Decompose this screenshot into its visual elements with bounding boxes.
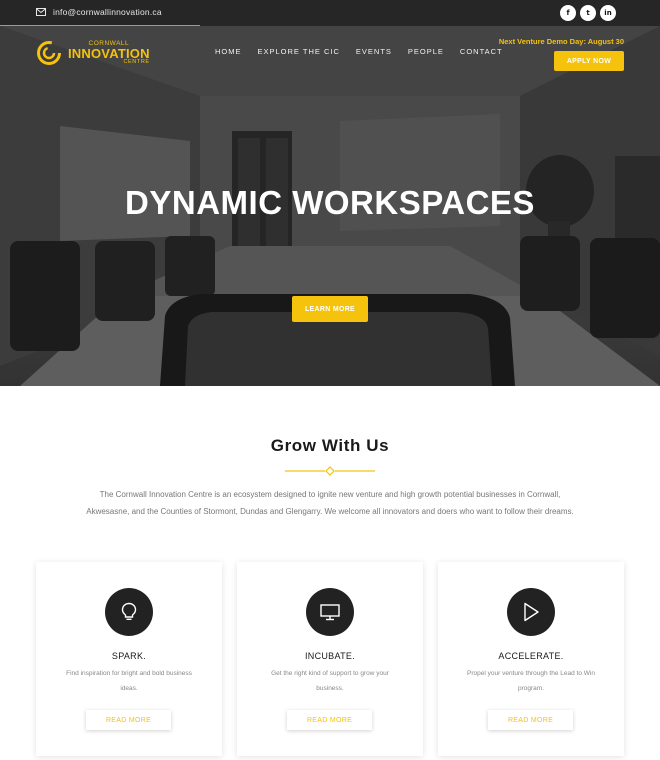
monitor-icon — [320, 603, 340, 620]
card-desc-line-2: ideas. — [120, 685, 138, 692]
site-logo[interactable]: CORNWALL INNOVATION CENTRE — [36, 40, 150, 66]
card-title: INCUBATE. — [304, 651, 356, 661]
read-more-button[interactable]: READ MORE — [86, 710, 171, 730]
top-bar: info@cornwallinnovation.ca f t in — [0, 0, 660, 27]
card-desc-line-2: program. — [517, 685, 544, 692]
demo-day-notice: Next Venture Demo Day: August 30 — [498, 37, 624, 46]
read-more-button[interactable]: READ MORE — [287, 710, 372, 730]
nav-events[interactable]: EVENTS — [356, 47, 392, 56]
intro-line-2: Akwesasne, and the Counties of Stormont,… — [86, 507, 574, 516]
nav-people[interactable]: PEOPLE — [408, 47, 444, 56]
card-desc-line-1: Find inspiration for bright and bold bus… — [66, 670, 192, 677]
card-spark: SPARK. Find inspiration for bright and b… — [36, 562, 222, 756]
read-more-button[interactable]: READ MORE — [488, 710, 573, 730]
card-description: Propel your venture through the Lead to … — [460, 666, 602, 696]
nav-explore[interactable]: EXPLORE THE CIC — [258, 47, 340, 56]
contact-email[interactable]: info@cornwallinnovation.ca — [36, 7, 162, 17]
card-incubate: INCUBATE. Get the right kind of support … — [237, 562, 423, 756]
card-description: Get the right kind of support to grow yo… — [259, 666, 401, 696]
card-icon-circle — [507, 588, 555, 636]
card-title: SPARK. — [111, 651, 147, 661]
linkedin-icon[interactable]: in — [600, 5, 616, 21]
section-title: Grow With Us — [270, 436, 390, 455]
hero-title: DYNAMIC WORKSPACES — [125, 184, 535, 221]
facebook-icon[interactable]: f — [560, 5, 576, 21]
logo-ring-icon — [37, 41, 61, 65]
main-nav: HOME EXPLORE THE CIC EVENTS PEOPLE CONTA… — [215, 47, 503, 56]
card-icon-circle — [105, 588, 153, 636]
play-icon — [524, 602, 539, 622]
card-description: Find inspiration for bright and bold bus… — [58, 666, 200, 696]
card-desc-line-1: Get the right kind of support to grow yo… — [271, 670, 389, 677]
card-desc-line-2: business. — [316, 685, 344, 692]
twitter-icon[interactable]: t — [580, 5, 596, 21]
intro-line-1: The Cornwall Innovation Centre is an eco… — [99, 490, 561, 499]
learn-more-button[interactable]: LEARN MORE — [292, 296, 368, 322]
card-title: ACCELERATE. — [498, 651, 564, 661]
logo-text: CORNWALL INNOVATION CENTRE — [68, 40, 150, 66]
card-desc-line-1: Propel your venture through the Lead to … — [467, 670, 595, 677]
envelope-icon — [36, 8, 46, 16]
section-intro: The Cornwall Innovation Centre is an eco… — [80, 486, 580, 520]
nav-home[interactable]: HOME — [215, 47, 242, 56]
card-accelerate: ACCELERATE. Propel your venture through … — [438, 562, 624, 756]
social-links: f t in — [560, 5, 616, 21]
nav-contact[interactable]: CONTACT — [460, 47, 503, 56]
email-text[interactable]: info@cornwallinnovation.ca — [53, 7, 162, 17]
card-icon-circle — [306, 588, 354, 636]
apply-now-button[interactable]: APPLY NOW — [554, 51, 624, 71]
title-divider — [285, 466, 375, 476]
lightbulb-icon — [121, 602, 137, 620]
hero-section: CORNWALL INNOVATION CENTRE HOME EXPLORE … — [0, 26, 660, 386]
